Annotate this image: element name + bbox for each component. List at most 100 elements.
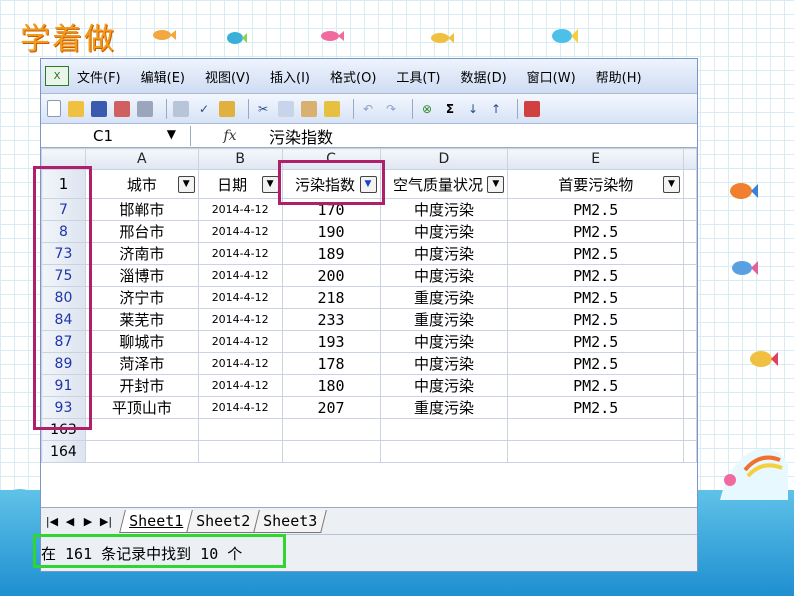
cell-index[interactable]: 180 (281, 374, 381, 397)
row-header[interactable]: 7 (41, 198, 86, 221)
cell-quality[interactable]: 中度污染 (379, 374, 509, 397)
cell-city[interactable]: 淄博市 (84, 264, 199, 287)
header-cell-index[interactable]: 污染指数 ▼ (281, 169, 381, 199)
new-icon[interactable] (47, 100, 61, 117)
fx-icon[interactable]: fx (191, 128, 269, 144)
menu-format[interactable]: 格式(O) (330, 67, 376, 86)
cell[interactable] (683, 198, 697, 221)
select-all-corner[interactable] (41, 148, 86, 170)
open-icon[interactable] (68, 100, 84, 117)
header-cell-date[interactable]: 日期 ▼ (197, 169, 283, 199)
chart-wizard-icon[interactable] (524, 100, 540, 117)
cell-pollutant[interactable]: PM2.5 (507, 374, 684, 397)
header-cell-pollutant[interactable]: 首要污染物 ▼ (507, 169, 684, 199)
permission-icon[interactable] (114, 100, 130, 117)
prev-sheet-icon[interactable]: ◀ (61, 515, 79, 528)
header-cell-quality[interactable]: 空气质量状况 ▼ (379, 169, 509, 199)
hyperlink-icon[interactable]: ⊗ (419, 101, 435, 117)
cell-city[interactable]: 济南市 (84, 242, 199, 265)
cell[interactable] (507, 440, 684, 463)
cell-pollutant[interactable]: PM2.5 (507, 242, 684, 265)
filter-dropdown-icon[interactable]: ▼ (663, 176, 680, 193)
sort-ascending-icon[interactable]: ↓ (465, 101, 481, 117)
row-header[interactable]: 1 (41, 169, 86, 199)
research-icon[interactable] (219, 100, 235, 117)
menu-edit[interactable]: 编辑(E) (141, 67, 185, 86)
menu-insert[interactable]: 插入(I) (270, 67, 310, 86)
cell[interactable] (683, 330, 697, 353)
cell-city[interactable]: 邯郸市 (84, 198, 199, 221)
cell-quality[interactable]: 中度污染 (379, 330, 509, 353)
menu-help[interactable]: 帮助(H) (596, 67, 642, 86)
column-header-b[interactable]: B (197, 148, 283, 170)
menu-view[interactable]: 视图(V) (205, 67, 250, 86)
row-header[interactable]: 93 (41, 396, 86, 419)
cell-quality[interactable]: 中度污染 (379, 352, 509, 375)
cell-index[interactable]: 189 (281, 242, 381, 265)
cell-quality[interactable]: 重度污染 (379, 396, 509, 419)
undo-icon[interactable]: ↶ (360, 101, 376, 117)
cell-quality[interactable]: 中度污染 (379, 220, 509, 243)
cell-date[interactable]: 2014-4-12 (197, 264, 283, 287)
cell-city[interactable]: 邢台市 (84, 220, 199, 243)
cell[interactable] (683, 308, 697, 331)
row-header[interactable]: 89 (41, 352, 86, 375)
cell-index[interactable]: 170 (281, 198, 381, 221)
row-header[interactable]: 87 (41, 330, 86, 353)
cell[interactable] (281, 440, 381, 463)
cell[interactable] (379, 440, 509, 463)
cell-pollutant[interactable]: PM2.5 (507, 286, 684, 309)
cell[interactable] (683, 418, 697, 441)
sheet-tab-2[interactable]: Sheet2 (186, 509, 261, 533)
print-preview-icon[interactable] (173, 100, 189, 117)
cell-city[interactable]: 聊城市 (84, 330, 199, 353)
cut-icon[interactable]: ✂ (255, 101, 271, 117)
cell-index[interactable]: 178 (281, 352, 381, 375)
row-header[interactable]: 163 (41, 418, 86, 441)
row-header[interactable]: 8 (41, 220, 86, 243)
cell-city[interactable]: 平顶山市 (84, 396, 199, 419)
print-icon[interactable] (137, 100, 153, 117)
cell[interactable] (84, 418, 199, 441)
column-header-e[interactable]: E (507, 148, 684, 170)
cell[interactable] (683, 396, 697, 419)
cell[interactable] (507, 418, 684, 441)
cell-date[interactable]: 2014-4-12 (197, 286, 283, 309)
menu-tools[interactable]: 工具(T) (396, 67, 440, 86)
column-header-a[interactable]: A (84, 148, 199, 170)
cell[interactable] (683, 169, 697, 199)
cell[interactable] (683, 440, 697, 463)
filter-dropdown-icon[interactable]: ▼ (261, 176, 279, 193)
row-header[interactable]: 84 (41, 308, 86, 331)
column-header-f[interactable] (683, 148, 697, 170)
cell[interactable] (683, 374, 697, 397)
cell-city[interactable]: 菏泽市 (84, 352, 199, 375)
spell-check-icon[interactable]: ✓ (196, 101, 212, 117)
cell-quality[interactable]: 中度污染 (379, 264, 509, 287)
row-header[interactable]: 80 (41, 286, 86, 309)
sheet-tab-3[interactable]: Sheet3 (253, 509, 328, 533)
cell-date[interactable]: 2014-4-12 (197, 330, 283, 353)
cell-index[interactable]: 193 (281, 330, 381, 353)
filter-active-icon[interactable]: ▼ (359, 176, 377, 193)
last-sheet-icon[interactable]: ▶| (97, 515, 115, 528)
menu-file[interactable]: 文件(F) (77, 67, 121, 86)
cell-index[interactable]: 233 (281, 308, 381, 331)
cell-index[interactable]: 207 (281, 396, 381, 419)
cell-index[interactable]: 200 (281, 264, 381, 287)
column-header-c[interactable]: C (281, 148, 381, 170)
formula-input[interactable]: 污染指数 (269, 124, 333, 148)
sort-descending-icon[interactable]: ↑ (488, 101, 504, 117)
filter-dropdown-icon[interactable]: ▼ (487, 176, 505, 193)
sheet-tab-1[interactable]: Sheet1 (119, 509, 194, 533)
cell-date[interactable]: 2014-4-12 (197, 374, 283, 397)
save-icon[interactable] (91, 100, 107, 117)
cell-city[interactable]: 莱芜市 (84, 308, 199, 331)
cell[interactable] (683, 220, 697, 243)
cell-pollutant[interactable]: PM2.5 (507, 330, 684, 353)
cell-index[interactable]: 190 (281, 220, 381, 243)
cell[interactable] (683, 286, 697, 309)
copy-icon[interactable] (278, 100, 294, 117)
cell[interactable] (197, 418, 283, 441)
cell-city[interactable]: 开封市 (84, 374, 199, 397)
